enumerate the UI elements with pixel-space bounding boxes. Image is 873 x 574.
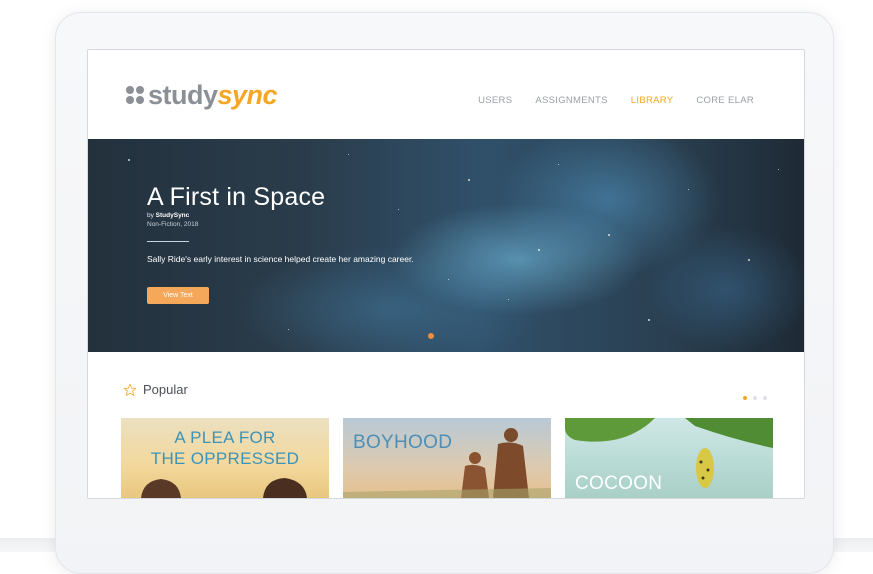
hero-title: A First in Space [147,183,326,211]
top-navigation-bar: studysync USERS ASSIGNMENTS LIBRARY CORE… [88,50,804,139]
hero-banner: A First in Space by StudySync Non-Fictio… [88,139,804,352]
nav-assignments[interactable]: ASSIGNMENTS [535,95,607,106]
popular-heading: Popular [143,382,188,397]
main-nav: USERS ASSIGNMENTS LIBRARY CORE ELAR [455,95,754,106]
popular-section-header: Popular [123,382,188,397]
hero-byline: by StudySync [147,212,190,219]
hero-divider [147,241,189,242]
book-card-plea-for-the-oppressed[interactable]: A PLEA FOR THE OPPRESSED [121,418,329,498]
nav-core-elar[interactable]: CORE ELAR [696,95,754,106]
book-card-boyhood[interactable]: BOYHOOD [343,418,551,498]
popular-pager [737,396,767,400]
nav-library[interactable]: LIBRARY [631,95,674,106]
star-outline-icon [123,383,137,396]
nav-users[interactable]: USERS [478,95,512,106]
father-son-silhouette-illustration [343,428,551,498]
card-title: COCOON [575,473,663,494]
view-text-button[interactable]: View Text [147,287,209,304]
hero-description: Sally Ride's early interest in science h… [147,254,414,264]
card-title-line1: A PLEA FOR [174,428,276,447]
card-title-line2: THE OPPRESSED [150,449,300,468]
book-card-cocoon[interactable]: COCOON [565,418,773,498]
pager-dot[interactable] [763,396,767,400]
pager-dot[interactable] [753,396,757,400]
hero-meta: Non-Fiction, 2018 [147,221,199,228]
logo-dots-icon [126,86,144,104]
pager-dot[interactable] [743,396,747,400]
hands-silhouette-illustration [141,478,307,498]
hero-carousel-dot[interactable] [428,333,434,339]
app-screen: studysync USERS ASSIGNMENTS LIBRARY CORE… [87,49,805,499]
logo-wordmark: studysync [148,80,278,110]
studysync-logo[interactable]: studysync [126,80,278,110]
